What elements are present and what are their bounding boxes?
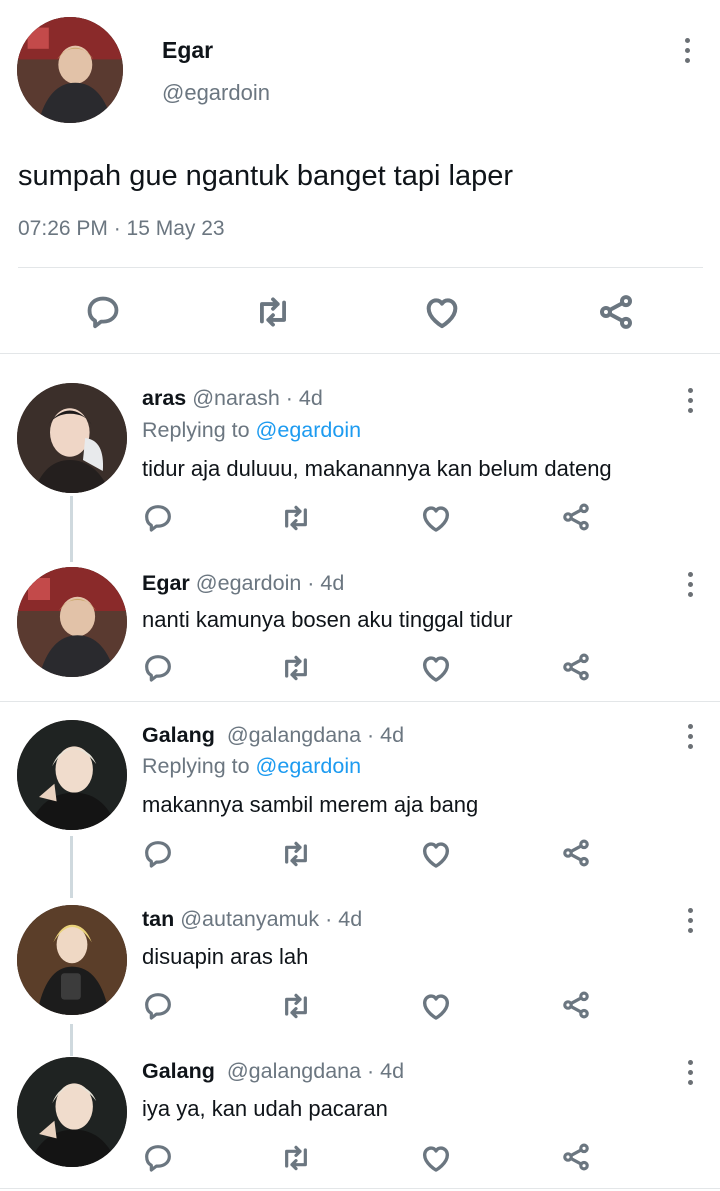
more-icon[interactable] <box>679 30 695 70</box>
more-icon[interactable] <box>682 380 698 420</box>
reply-author-handle[interactable]: @egardoin <box>196 571 302 595</box>
author-handle[interactable]: @egardoin <box>162 80 270 106</box>
retweet-icon[interactable] <box>279 502 313 534</box>
reply-author-handle[interactable]: @galangdana <box>227 1059 361 1083</box>
avatar[interactable] <box>17 720 127 830</box>
thread-line <box>70 836 73 898</box>
thread-line <box>70 496 73 562</box>
like-icon[interactable] <box>419 501 453 535</box>
reply-author-handle[interactable]: @galangdana <box>227 723 361 747</box>
reply-icon[interactable] <box>142 1142 174 1174</box>
like-icon[interactable] <box>419 1141 453 1175</box>
retweet-icon[interactable] <box>253 293 293 331</box>
reply-age: · 4d <box>361 1059 405 1083</box>
mention-link[interactable]: @egardoin <box>256 418 362 442</box>
reply-icon[interactable] <box>142 838 174 870</box>
avatar[interactable] <box>17 905 127 1015</box>
reply-author-name[interactable]: Galang <box>142 1059 215 1083</box>
avatar[interactable] <box>17 1057 127 1167</box>
reply-header: tan @autanyamuk · 4d <box>142 907 362 932</box>
reply-author-name[interactable]: tan <box>142 907 174 931</box>
more-icon[interactable] <box>682 564 698 604</box>
reply-author-name[interactable]: Egar <box>142 571 190 595</box>
share-icon[interactable] <box>560 501 592 533</box>
reply-text: nanti kamunya bosen aku tinggal tidur <box>142 607 513 632</box>
retweet-icon[interactable] <box>279 652 313 684</box>
like-icon[interactable] <box>419 837 453 871</box>
reply-age: · 4d <box>319 907 363 931</box>
reply-header: Galang @galangdana · 4d <box>142 723 404 748</box>
share-icon[interactable] <box>560 1141 592 1173</box>
reply-icon[interactable] <box>84 293 122 331</box>
reply-text: disuapin aras lah <box>142 944 309 969</box>
replying-label: Replying to <box>142 754 256 778</box>
avatar[interactable] <box>17 567 127 677</box>
reply-author-name[interactable]: aras <box>142 386 186 410</box>
divider <box>0 353 720 354</box>
mention-link[interactable]: @egardoin <box>256 754 362 778</box>
retweet-icon[interactable] <box>279 990 313 1022</box>
reply-text: tidur aja duluuu, makanannya kan belum d… <box>142 456 612 481</box>
reply-icon[interactable] <box>142 502 174 534</box>
share-icon[interactable] <box>560 989 592 1021</box>
retweet-icon[interactable] <box>279 1142 313 1174</box>
more-icon[interactable] <box>682 1052 698 1092</box>
more-icon[interactable] <box>682 900 698 940</box>
share-icon[interactable] <box>596 292 636 332</box>
like-icon[interactable] <box>419 651 453 685</box>
avatar[interactable] <box>17 17 123 123</box>
divider <box>0 1188 720 1189</box>
like-icon[interactable] <box>422 292 462 332</box>
reply-author-handle[interactable]: @autanyamuk <box>180 907 319 931</box>
reply-age: · 4d <box>279 386 323 410</box>
share-icon[interactable] <box>560 837 592 869</box>
retweet-icon[interactable] <box>279 838 313 870</box>
more-icon[interactable] <box>682 716 698 756</box>
replying-to: Replying to @egardoin <box>142 754 361 779</box>
reply-age: · 4d <box>301 571 345 595</box>
reply-header: aras @narash · 4d <box>142 386 323 411</box>
like-icon[interactable] <box>419 989 453 1023</box>
reply-author-name[interactable]: Galang <box>142 723 215 747</box>
reply-header: Galang @galangdana · 4d <box>142 1059 404 1084</box>
divider <box>0 701 720 702</box>
author-name[interactable]: Egar <box>162 37 213 64</box>
reply-author-handle[interactable]: @narash <box>192 386 280 410</box>
reply-text: makannya sambil merem aja bang <box>142 792 479 817</box>
divider <box>18 267 703 268</box>
reply-header: Egar @egardoin · 4d <box>142 571 344 596</box>
thread-line <box>70 1024 73 1056</box>
reply-icon[interactable] <box>142 990 174 1022</box>
tweet-timestamp[interactable]: 07:26 PM · 15 May 23 <box>18 217 225 241</box>
reply-text: iya ya, kan udah pacaran <box>142 1096 388 1121</box>
replying-to: Replying to @egardoin <box>142 418 361 443</box>
share-icon[interactable] <box>560 651 592 683</box>
reply-icon[interactable] <box>142 652 174 684</box>
tweet-text: sumpah gue ngantuk banget tapi laper <box>18 160 513 192</box>
reply-age: · 4d <box>361 723 405 747</box>
replying-label: Replying to <box>142 418 256 442</box>
avatar[interactable] <box>17 383 127 493</box>
